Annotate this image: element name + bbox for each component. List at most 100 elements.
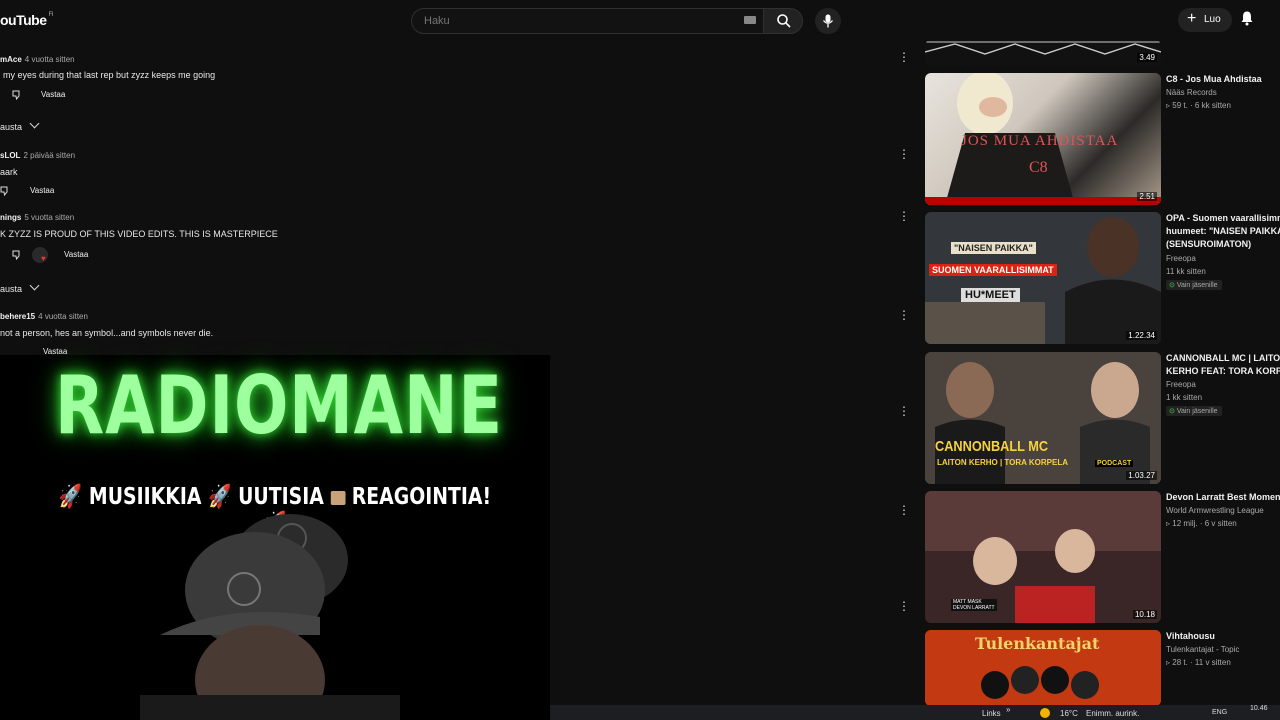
comment-time: 4 vuotta sitten [24, 55, 75, 64]
video-title[interactable]: OPA - Suomen vaarallisimmathuumeet: "NAI… [1166, 212, 1280, 251]
members-icon: ⊙ [1169, 282, 1175, 289]
channel-name[interactable]: Nääs Records [1166, 88, 1217, 97]
notifications-button[interactable] [1239, 10, 1259, 30]
thumbnail-text: JOS MUA AHDISTAA [961, 133, 1119, 149]
keyboard-icon[interactable] [744, 16, 756, 24]
thumbnail-image [925, 212, 1161, 344]
more-actions-icon[interactable]: ⋮ [898, 210, 910, 222]
create-label: Luo [1204, 14, 1221, 25]
video-duration: 10.18 [1132, 610, 1157, 619]
thumbnail-image [925, 41, 1161, 55]
video-thumbnail[interactable]: "NAISEN PAIKKA" SUOMEN VAARALLISIMMAT HU… [925, 212, 1161, 344]
streamer-webcam [140, 514, 400, 720]
weather-desc[interactable]: Enimm. aurink. [1086, 709, 1139, 718]
newspaper-icon [330, 491, 346, 505]
comment-text: not a person, hes an symbol...and symbol… [0, 328, 214, 338]
video-duration: 1.03.27 [1126, 471, 1157, 480]
channel-name[interactable]: World Armwrestling League [1166, 506, 1264, 515]
thumbnail-text: CANNONBALL MC [935, 438, 1049, 455]
more-actions-icon[interactable]: ⋮ [898, 309, 910, 321]
video-meta: 1 kk sitten [1166, 393, 1203, 402]
channel-name[interactable]: Tulenkantajat - Topic [1166, 645, 1239, 654]
expand-replies-button[interactable]: austa [0, 118, 39, 132]
country-code: FI [48, 12, 54, 18]
video-duration: 2.51 [1137, 192, 1157, 201]
channel-name[interactable]: Freeopa [1166, 380, 1196, 389]
search-icon [777, 14, 791, 28]
members-icon: ⊙ [1169, 408, 1175, 415]
voice-search-button[interactable] [815, 8, 841, 34]
more-actions-icon[interactable]: ⋮ [898, 600, 910, 612]
microphone-icon [822, 14, 834, 28]
video-meta: 11 kk sitten [1166, 267, 1206, 276]
comment-time: 4 vuotta sitten [38, 312, 88, 321]
thumbnail-text: SUOMEN VAARALLISIMMAT [929, 264, 1057, 276]
comment-author[interactable]: behere15 4 vuotta sitten [0, 312, 88, 321]
create-button[interactable]: + Luo [1178, 8, 1232, 32]
thumbnail-text: Tulenkantajat [975, 634, 1100, 653]
search-button[interactable] [763, 8, 803, 34]
video-meta: ▹ 28 t. · 11 v sitten [1166, 658, 1231, 667]
links-toolbar[interactable]: Links [982, 709, 1001, 718]
plus-icon: + [1187, 10, 1197, 27]
chevron-icon[interactable]: » [1006, 705, 1010, 714]
thumbnail-text: "NAISEN PAIKKA" [951, 242, 1036, 254]
comment-text: aark [0, 167, 18, 177]
more-actions-icon[interactable]: ⋮ [898, 51, 910, 63]
dislike-icon[interactable] [12, 250, 22, 260]
system-taskbar: Links » 16°C Enimm. aurink. ENG 10.46 [550, 705, 1280, 720]
chevron-down-icon [29, 280, 39, 291]
thumbnail-text: LAITON KERHO | TORA KORPELA [937, 458, 1068, 467]
video-title[interactable]: C8 - Jos Mua Ahdistaa [1166, 73, 1280, 86]
expand-replies-button[interactable]: austa [0, 280, 39, 294]
video-title[interactable]: Vihtahousu [1166, 630, 1280, 643]
video-title[interactable]: CANNONBALL MC | LAITON KERHO FEAT: TORA K… [1166, 352, 1280, 378]
video-thumbnail[interactable]: MATT MASK DEVON LARRATT 10.18 [925, 491, 1161, 623]
thumbnail-text: HU*MEET [961, 288, 1020, 302]
weather-icon [1040, 708, 1050, 718]
bell-icon [1241, 11, 1253, 26]
podcast-label: PODCAST [1095, 460, 1134, 467]
creator-heart-avatar: ♥ [32, 247, 48, 263]
comment-text: my eyes during that last rep but zyzz ke… [3, 70, 216, 80]
reply-button[interactable]: Vastaa [64, 250, 88, 259]
overlay-title: RADIOMANE [55, 359, 503, 452]
chevron-down-icon [29, 118, 39, 129]
video-thumbnail[interactable]: CANNONBALL MC LAITON KERHO | TORA KORPEL… [925, 352, 1161, 484]
video-thumbnail[interactable]: Tulenkantajat [925, 630, 1161, 706]
dislike-icon[interactable] [0, 186, 10, 196]
comment-author[interactable]: sLOL 2 päivää sitten [0, 151, 75, 160]
search-input[interactable] [422, 14, 726, 28]
clock[interactable]: 10.46 [1250, 705, 1268, 712]
dislike-icon[interactable] [12, 90, 22, 100]
stream-overlay: RADIOMANE 🚀 MUSIIKKIA 🚀 UUTISIA REAGOINT… [0, 355, 550, 720]
comment-author[interactable]: nings 5 vuotta sitten [0, 213, 74, 222]
heart-icon: ♥ [41, 254, 46, 263]
more-actions-icon[interactable]: ⋮ [898, 405, 910, 417]
comment-item: mAce 4 vuotta sitten [0, 55, 75, 64]
comment-time: 5 vuotta sitten [24, 213, 75, 222]
video-duration: 3.49 [1137, 53, 1157, 62]
thumbnail-text: C8 [1029, 159, 1048, 176]
thumbnail-text: MATT MASK DEVON LARRATT [951, 599, 997, 611]
reply-button[interactable]: Vastaa [41, 90, 65, 99]
video-title[interactable]: Devon Larratt Best Moments [1166, 491, 1280, 504]
video-thumbnail[interactable]: 3.49 [925, 40, 1161, 66]
members-only-badge: ⊙ Vain jäsenille [1166, 280, 1222, 290]
video-duration: 1.22.34 [1126, 331, 1157, 340]
language-indicator[interactable]: ENG [1212, 709, 1227, 716]
more-actions-icon[interactable]: ⋮ [898, 148, 910, 160]
members-only-badge: ⊙ Vain jäsenille [1166, 406, 1222, 416]
weather-temp[interactable]: 16°C [1060, 709, 1078, 718]
comment-time: 2 päivää sitten [23, 151, 76, 160]
youtube-logo[interactable]: ouTube FI [0, 12, 53, 28]
reply-button[interactable]: Vastaa [30, 186, 54, 195]
comment-author[interactable]: mAce 4 vuotta sitten [0, 55, 75, 64]
search-box[interactable] [411, 8, 764, 34]
more-actions-icon[interactable]: ⋮ [898, 504, 910, 516]
video-meta: ▹ 59 t. · 6 kk sitten [1166, 101, 1231, 110]
comment-text: K ZYZZ IS PROUD OF THIS VIDEO EDITS. THI… [0, 229, 278, 239]
channel-name[interactable]: Freeopa [1166, 254, 1196, 263]
video-meta: ▹ 12 milj. · 6 v sitten [1166, 519, 1237, 528]
video-thumbnail[interactable]: JOS MUA AHDISTAA C8 2.51 [925, 73, 1161, 205]
